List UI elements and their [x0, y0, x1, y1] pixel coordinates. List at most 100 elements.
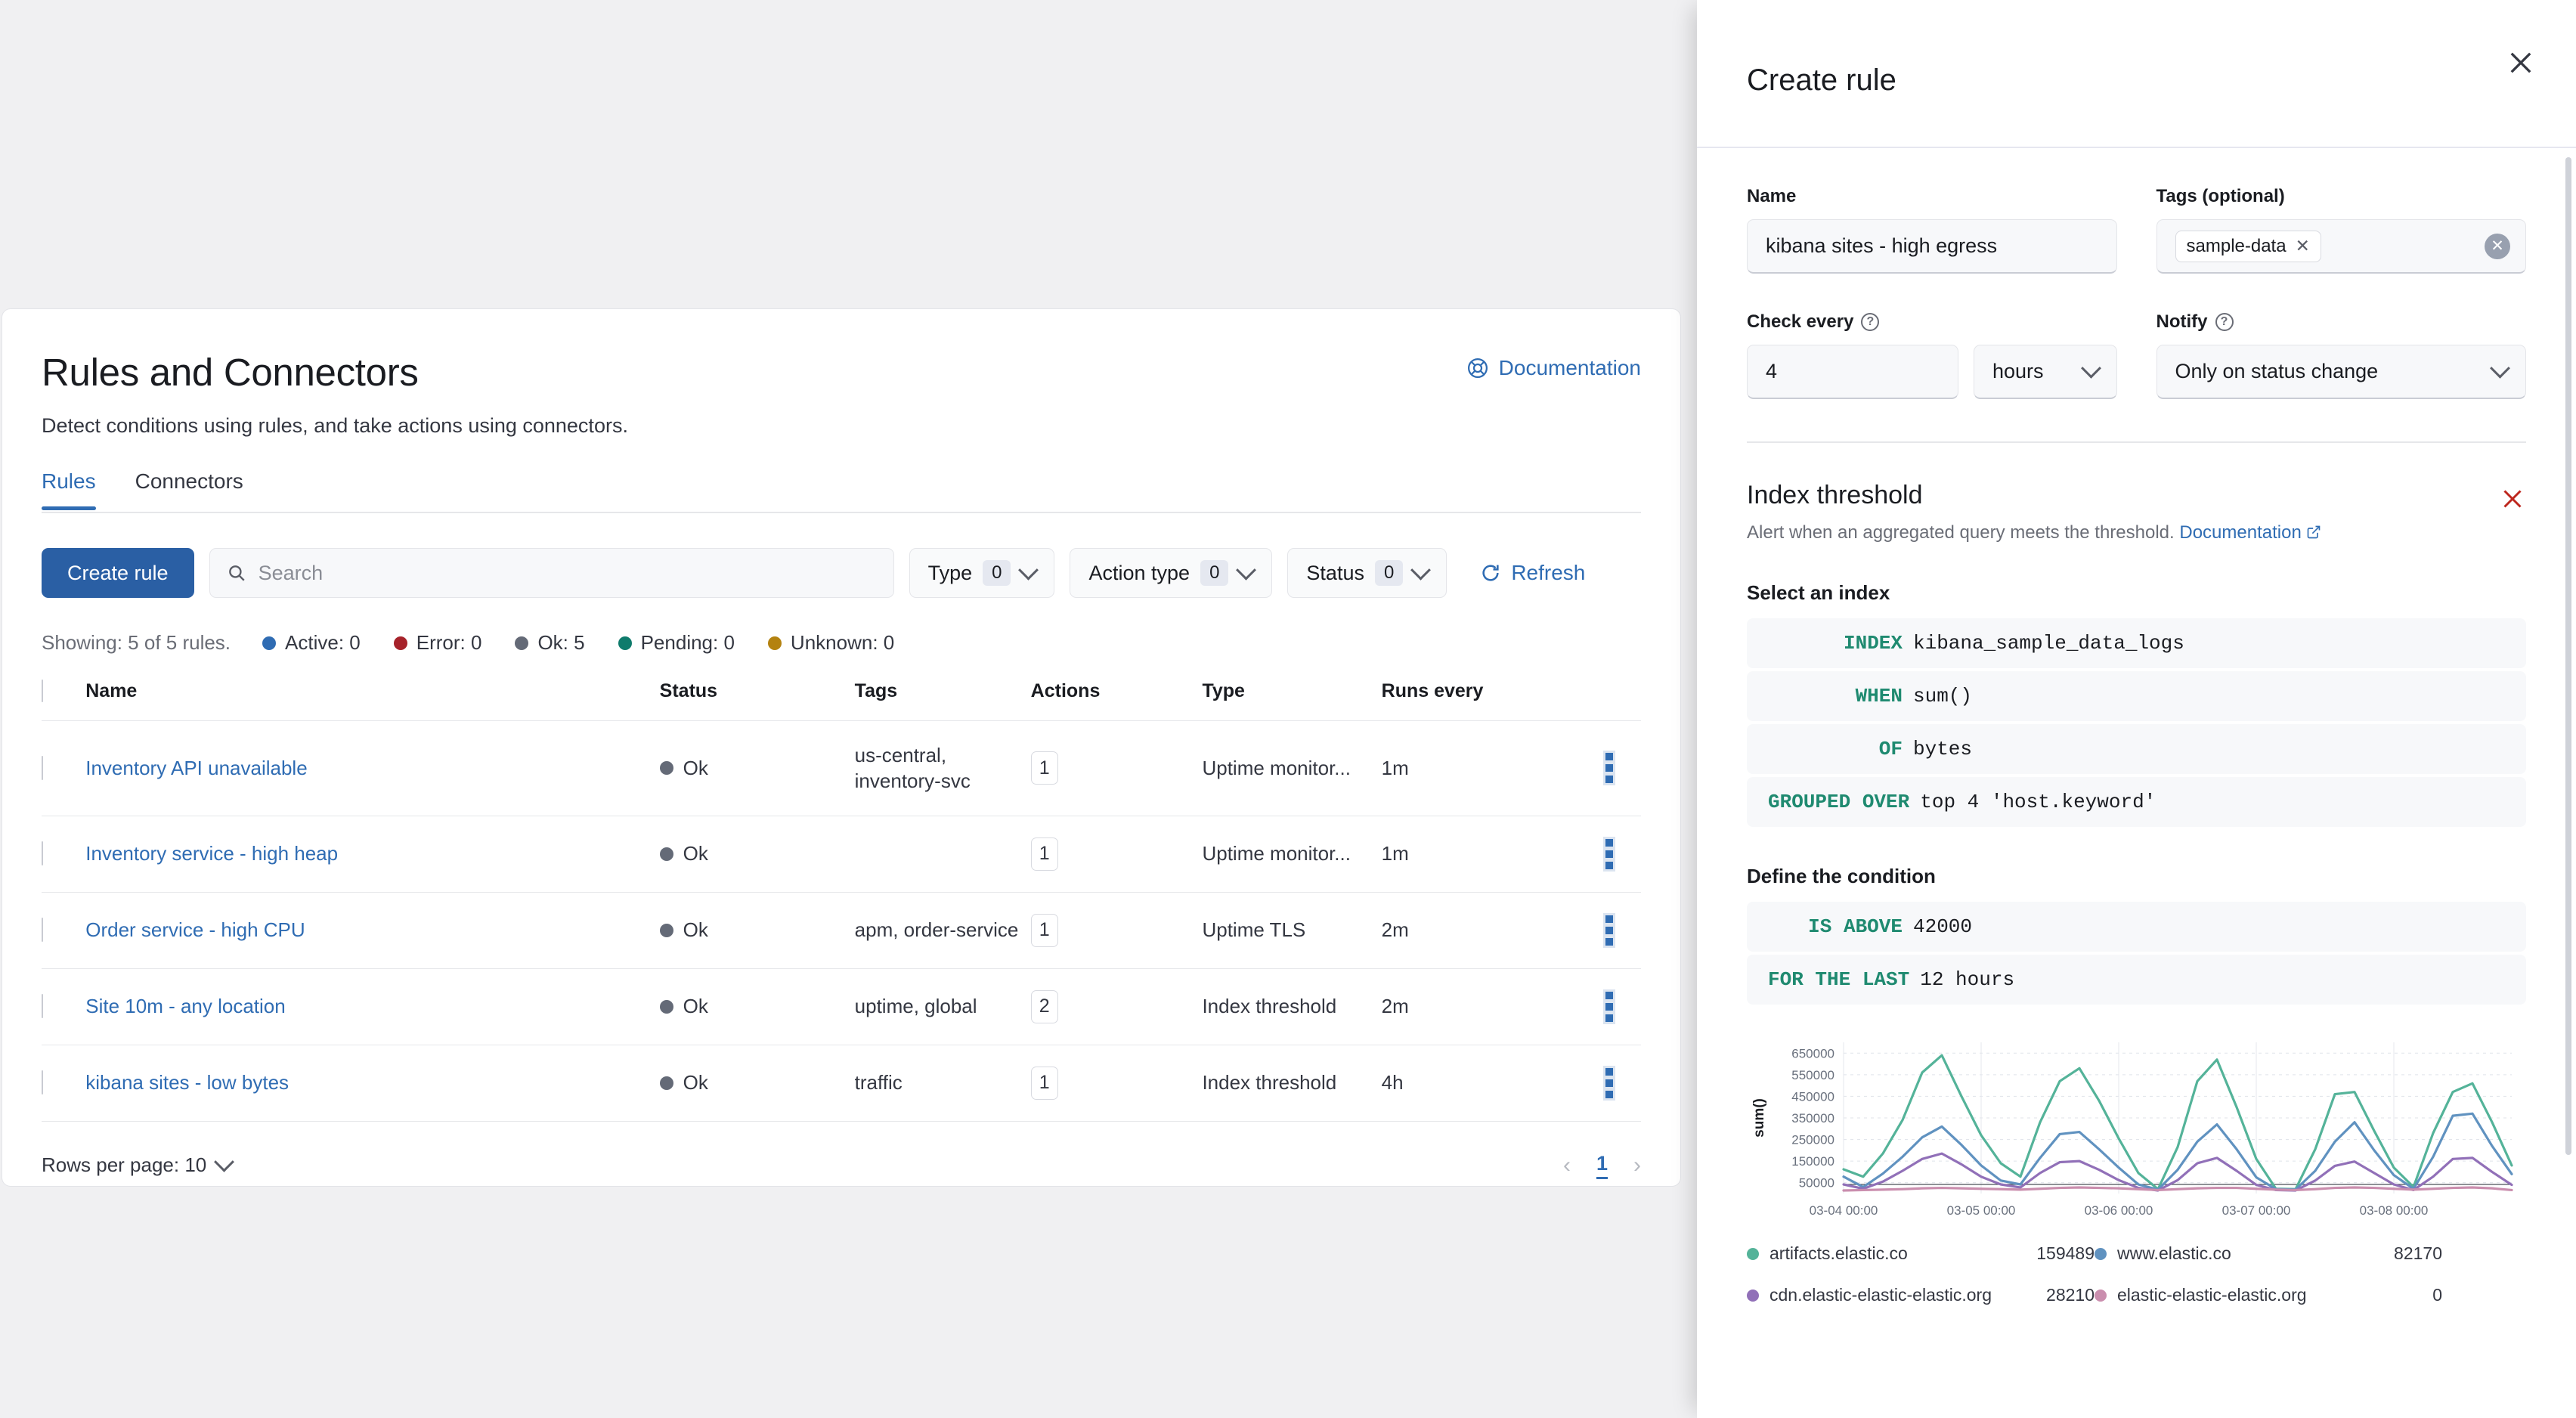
row-context-menu-icon[interactable]	[1578, 838, 1641, 869]
row-status-cell: Ok	[659, 892, 855, 969]
status-dot-ok	[659, 761, 673, 776]
expression-row[interactable]: INDEX kibana_sample_data_logs	[1747, 618, 2526, 668]
row-checkbox[interactable]	[42, 755, 43, 780]
page-1-button[interactable]: 1	[1596, 1152, 1608, 1179]
rule-name-link[interactable]: Inventory service - high heap	[85, 842, 338, 865]
expression-keyword: OF	[1878, 738, 1903, 760]
chart-legend-item[interactable]: cdn.elastic-elastic-elastic.org	[1747, 1285, 1996, 1305]
help-icon[interactable]: ?	[2215, 313, 2234, 331]
tag-pill-sample-data[interactable]: sample-data ✕	[2175, 230, 2321, 262]
table-footer: Rows per page: 10 ‹ 1 ›	[42, 1152, 1641, 1179]
rule-name-link[interactable]: Inventory API unavailable	[85, 757, 307, 779]
row-checkbox[interactable]	[42, 1070, 43, 1095]
filter-status-label: Status	[1306, 561, 1364, 584]
row-checkbox[interactable]	[42, 841, 43, 866]
chart-legend-item[interactable]: elastic-elastic-elastic.org	[2095, 1285, 2344, 1305]
chart-legend-item[interactable]: artifacts.elastic.co	[1747, 1243, 1996, 1264]
row-menu-cell	[1577, 816, 1641, 893]
tab-connectors[interactable]: Connectors	[135, 469, 243, 510]
chart-yaxis-title: sum()	[1751, 1098, 1767, 1138]
section-documentation-link[interactable]: Documentation	[2179, 522, 2301, 543]
chevron-down-icon	[2490, 358, 2510, 379]
next-page-button[interactable]: ›	[1633, 1153, 1641, 1178]
expression-row[interactable]: OF bytes	[1747, 724, 2526, 774]
filter-status-button[interactable]: Status 0	[1287, 548, 1447, 598]
refresh-button[interactable]: Refresh	[1480, 561, 1585, 585]
filter-status-count: 0	[1374, 559, 1404, 587]
row-menu-cell	[1577, 892, 1641, 969]
search-input[interactable]: Search	[209, 548, 894, 598]
row-checkbox[interactable]	[42, 918, 43, 943]
select-all-checkbox[interactable]	[42, 680, 43, 702]
row-select-cell	[42, 1045, 86, 1122]
rows-per-page-selector[interactable]: Rows per page: 10	[42, 1151, 235, 1177]
chevron-down-icon	[2080, 358, 2101, 379]
chart-legend-item[interactable]: www.elastic.co	[2095, 1243, 2344, 1264]
row-actions-count: 1	[1030, 751, 1058, 785]
row-runs-every-cell: 4h	[1381, 1045, 1578, 1122]
tags-input[interactable]: sample-data ✕ ✕	[2156, 219, 2526, 274]
row-context-menu-icon[interactable]	[1578, 991, 1641, 1022]
expression-value: kibana_sample_data_logs	[1913, 632, 2184, 655]
legend-active-label: Active: 0	[285, 631, 361, 654]
check-every-value-input[interactable]: 4	[1747, 345, 1958, 399]
close-icon[interactable]	[2505, 47, 2537, 79]
legend-active: Active: 0	[262, 631, 361, 655]
clear-tags-button[interactable]: ✕	[2485, 233, 2510, 259]
legend-error-label: Error: 0	[416, 631, 482, 654]
table-row: Site 10m - any location Ok uptime, global 2…	[42, 968, 1641, 1045]
expression-value: top 4 'host.keyword'	[1920, 791, 2156, 813]
expression-row[interactable]: WHEN sum()	[1747, 671, 2526, 721]
name-field-group: Name kibana sites - high egress	[1747, 186, 2117, 274]
expression-row[interactable]: IS ABOVE 42000	[1747, 902, 2526, 952]
row-context-menu-icon[interactable]	[1578, 915, 1641, 946]
notify-value: Only on status change	[2175, 360, 2379, 382]
documentation-link[interactable]: Documentation	[1466, 356, 1641, 380]
filter-action-type-button[interactable]: Action type 0	[1070, 548, 1273, 598]
remove-rule-type-icon[interactable]	[2499, 485, 2526, 512]
create-rule-button[interactable]: Create rule	[42, 548, 194, 598]
filter-type-button[interactable]: Type 0	[909, 548, 1055, 598]
threshold-preview-chart: 50000 150000 250000 350000 450000 550000 65000…	[1747, 1035, 2526, 1224]
row-type-cell: Uptime monitor...	[1202, 720, 1382, 816]
row-status-cell: Ok	[659, 720, 855, 816]
table-row: Order service - high CPU Ok apm, order-ser…	[42, 892, 1641, 969]
section-title: Index threshold	[1747, 481, 1923, 509]
main-content-area: Rules and Connectors Detect conditions u…	[0, 0, 1697, 1418]
column-header-actions: Actions	[1030, 680, 1203, 721]
tab-rules-label: Rules	[42, 469, 96, 493]
previous-page-button[interactable]: ‹	[1563, 1153, 1571, 1178]
section-description-text: Alert when an aggregated query meets the…	[1747, 522, 2175, 543]
rule-name-link[interactable]: Site 10m - any location	[85, 995, 285, 1017]
row-status-label: Ok	[683, 842, 708, 865]
row-checkbox[interactable]	[42, 994, 43, 1019]
name-label: Name	[1747, 186, 1797, 206]
column-header-row-menu	[1577, 680, 1641, 721]
check-every-unit-select[interactable]: hours	[1974, 345, 2117, 399]
legend-unknown: Unknown: 0	[767, 631, 894, 655]
row-status-cell: Ok	[659, 968, 855, 1045]
expression-row[interactable]: FOR THE LAST 12 hours	[1747, 955, 2526, 1005]
row-context-menu-icon[interactable]	[1578, 753, 1641, 784]
expression-row[interactable]: GROUPED OVER top 4 'host.keyword'	[1747, 777, 2526, 827]
row-select-cell	[42, 720, 86, 816]
filter-type-label: Type	[927, 561, 973, 584]
rule-name-link[interactable]: kibana sites - low bytes	[85, 1071, 289, 1094]
column-header-tags: Tags	[854, 680, 1031, 721]
tabs-underline	[42, 512, 1641, 513]
tag-remove-icon[interactable]: ✕	[2296, 236, 2310, 256]
tab-rules[interactable]: Rules	[42, 469, 96, 510]
row-status-label: Ok	[683, 1071, 708, 1094]
name-input[interactable]: kibana sites - high egress	[1747, 219, 2117, 274]
help-icon[interactable]: ?	[1861, 313, 1880, 331]
notify-select[interactable]: Only on status change	[2156, 345, 2526, 399]
row-context-menu-icon[interactable]	[1578, 1067, 1641, 1098]
row-name-cell: kibana sites - low bytes	[85, 1045, 660, 1122]
legend-error: Error: 0	[393, 631, 482, 655]
tag-pill-label: sample-data	[2186, 235, 2287, 256]
expression-value: 12 hours	[1920, 968, 2015, 991]
rule-name-link[interactable]: Order service - high CPU	[85, 918, 305, 941]
status-dot-ok	[659, 923, 673, 937]
chart-legend-dot	[1747, 1289, 1759, 1302]
chart-legend-value: 159489	[2036, 1243, 2095, 1263]
